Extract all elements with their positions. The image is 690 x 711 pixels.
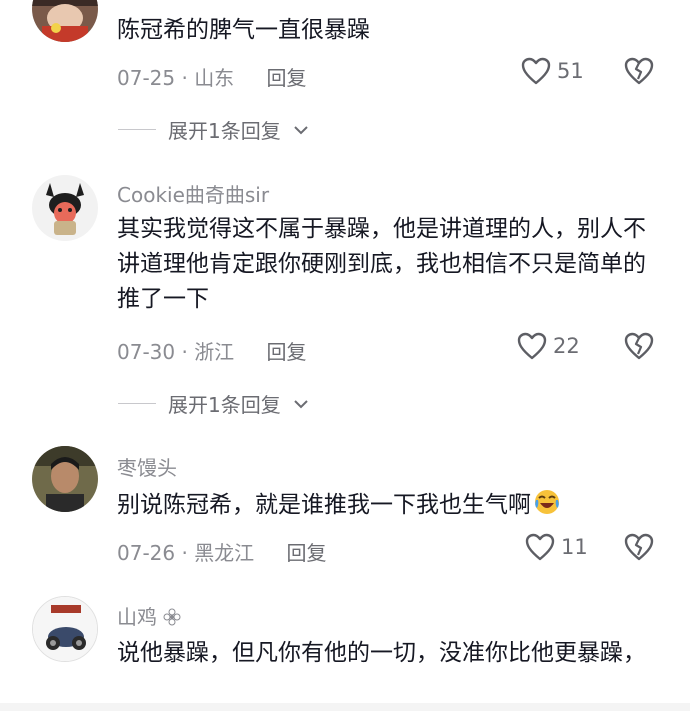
broken-heart-icon — [624, 332, 654, 360]
comment-text: 说他暴躁，但凡你有他的一切，没准你比他更暴躁， — [117, 640, 646, 666]
username[interactable]: 山鸡 — [117, 601, 181, 630]
like-count: 51 — [557, 59, 584, 83]
avatar[interactable] — [32, 0, 98, 42]
chevron-down-icon — [294, 399, 308, 408]
expand-label: 展开1条回复 — [168, 393, 281, 417]
comment-text: 其实我觉得这不属于暴躁，他是讲道理的人，别人不讲道理他肯定跟你硬刚到底，我也相信… — [117, 216, 646, 312]
dislike-button[interactable] — [624, 533, 654, 565]
dislike-button[interactable] — [624, 332, 654, 364]
heart-outline-icon — [525, 533, 555, 561]
comment-text: 陈冠希的脾气一直很暴躁 — [117, 17, 370, 43]
crying-laughing-emoji — [533, 488, 561, 527]
dislike-button[interactable] — [624, 57, 654, 89]
date-location: 07-25 · 山东 — [117, 66, 235, 90]
reply-button[interactable]: 回复 — [267, 66, 307, 90]
username[interactable]: Cookie曲奇曲sir — [117, 179, 269, 208]
comment-text-content: 别说陈冠希，就是谁推我一下我也生气啊 — [117, 492, 531, 518]
broken-heart-icon — [624, 533, 654, 561]
avatar[interactable] — [32, 446, 98, 512]
expand-replies-button[interactable]: 展开1条回复 — [118, 115, 309, 144]
like-count: 22 — [553, 334, 580, 358]
like-button[interactable]: 51 — [521, 57, 584, 85]
comment-meta: 07-25 · 山东 回复 — [117, 62, 307, 91]
expand-replies-button[interactable]: 展开1条回复 — [118, 389, 309, 418]
comment-text: 别说陈冠希，就是谁推我一下我也生气啊 — [117, 488, 662, 527]
avatar[interactable] — [32, 596, 98, 662]
bottom-bar — [0, 703, 690, 711]
like-count: 11 — [561, 535, 588, 559]
broken-heart-icon — [624, 57, 654, 85]
avatar[interactable] — [32, 175, 98, 241]
like-button[interactable]: 11 — [525, 533, 588, 561]
comment-meta: 07-30 · 浙江 回复 — [117, 336, 307, 365]
reply-button[interactable]: 回复 — [287, 541, 327, 565]
divider-line — [118, 129, 156, 130]
date-location: 07-26 · 黑龙江 — [117, 541, 255, 565]
username-text: 山鸡 — [117, 605, 157, 629]
like-button[interactable]: 22 — [517, 332, 580, 360]
comment-meta: 07-26 · 黑龙江 回复 — [117, 537, 327, 566]
date-location: 07-30 · 浙江 — [117, 340, 235, 364]
username[interactable]: 枣馒头 — [117, 452, 177, 481]
divider-line — [118, 403, 156, 404]
heart-outline-icon — [517, 332, 547, 360]
chevron-down-icon — [294, 125, 308, 134]
reply-button[interactable]: 回复 — [267, 340, 307, 364]
flower-icon — [163, 608, 181, 626]
expand-label: 展开1条回复 — [168, 119, 281, 143]
heart-outline-icon — [521, 57, 551, 85]
